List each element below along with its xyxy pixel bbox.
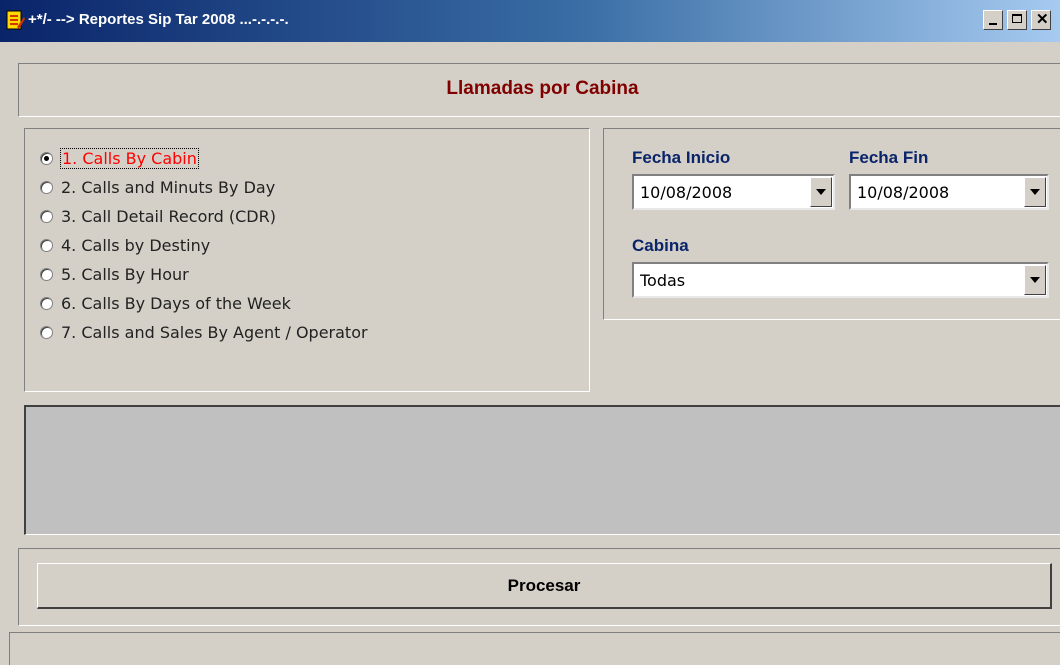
report-option-3[interactable]: 3. Call Detail Record (CDR) bbox=[40, 205, 276, 227]
process-button[interactable]: Procesar bbox=[37, 563, 1052, 609]
maximize-button[interactable] bbox=[1007, 10, 1027, 30]
report-option-1[interactable]: 1. Calls By Cabin bbox=[40, 147, 199, 169]
report-option-label[interactable]: 7. Calls and Sales By Agent / Operator bbox=[61, 323, 368, 342]
report-option-6[interactable]: 6. Calls By Days of the Week bbox=[40, 292, 291, 314]
chevron-down-icon[interactable] bbox=[1024, 177, 1046, 207]
radio-button[interactable] bbox=[40, 209, 53, 223]
end-date-value: 10/08/2008 bbox=[857, 183, 950, 202]
page-title: Llamadas por Cabina bbox=[446, 78, 639, 99]
radio-button[interactable] bbox=[40, 296, 53, 310]
radio-button[interactable] bbox=[40, 180, 53, 194]
chevron-down-icon[interactable] bbox=[810, 177, 832, 207]
report-option-label[interactable]: 1. Calls By Cabin bbox=[60, 147, 199, 169]
end-date-dropdown[interactable]: 10/08/2008 bbox=[849, 174, 1049, 210]
radio-button[interactable] bbox=[40, 151, 53, 165]
filters-group: Fecha Inicio 10/08/2008 Fecha Fin 10/08/… bbox=[603, 128, 1060, 320]
output-area bbox=[24, 405, 1060, 535]
report-option-label[interactable]: 3. Call Detail Record (CDR) bbox=[61, 207, 276, 226]
maximize-icon bbox=[1012, 14, 1022, 23]
cabin-dropdown[interactable]: Todas bbox=[632, 262, 1049, 298]
radio-button[interactable] bbox=[40, 267, 53, 281]
radio-button[interactable] bbox=[40, 238, 53, 252]
report-options-group: 1. Calls By Cabin 2. Calls and Minuts By… bbox=[24, 128, 590, 392]
close-button[interactable]: ✕ bbox=[1031, 10, 1051, 30]
cabin-value: Todas bbox=[640, 271, 686, 290]
start-date-dropdown[interactable]: 10/08/2008 bbox=[632, 174, 835, 210]
report-option-label[interactable]: 4. Calls by Destiny bbox=[61, 236, 210, 255]
report-option-5[interactable]: 5. Calls By Hour bbox=[40, 263, 189, 285]
end-date-label: Fecha Fin bbox=[849, 148, 929, 167]
minimize-icon bbox=[989, 23, 997, 25]
window-title: +*/- --> Reportes Sip Tar 2008 ...-.-.-.… bbox=[28, 11, 289, 28]
title-bar[interactable]: +*/- --> Reportes Sip Tar 2008 ...-.-.-.… bbox=[0, 0, 1060, 42]
report-option-label[interactable]: 2. Calls and Minuts By Day bbox=[61, 178, 275, 197]
report-option-label[interactable]: 6. Calls By Days of the Week bbox=[61, 294, 291, 313]
close-icon: ✕ bbox=[1036, 11, 1049, 28]
minimize-button[interactable] bbox=[983, 10, 1003, 30]
chevron-down-icon[interactable] bbox=[1024, 265, 1046, 295]
start-date-value: 10/08/2008 bbox=[640, 183, 733, 202]
cabin-label: Cabina bbox=[632, 236, 689, 255]
notepad-app-icon bbox=[6, 10, 25, 30]
start-date-label: Fecha Inicio bbox=[632, 148, 731, 167]
report-option-4[interactable]: 4. Calls by Destiny bbox=[40, 234, 210, 256]
status-bar bbox=[9, 632, 1060, 665]
report-option-2[interactable]: 2. Calls and Minuts By Day bbox=[40, 176, 275, 198]
report-option-label[interactable]: 5. Calls By Hour bbox=[61, 265, 189, 284]
radio-button[interactable] bbox=[40, 325, 53, 339]
report-option-7[interactable]: 7. Calls and Sales By Agent / Operator bbox=[40, 321, 368, 343]
header-panel: Llamadas por Cabina bbox=[18, 63, 1060, 117]
